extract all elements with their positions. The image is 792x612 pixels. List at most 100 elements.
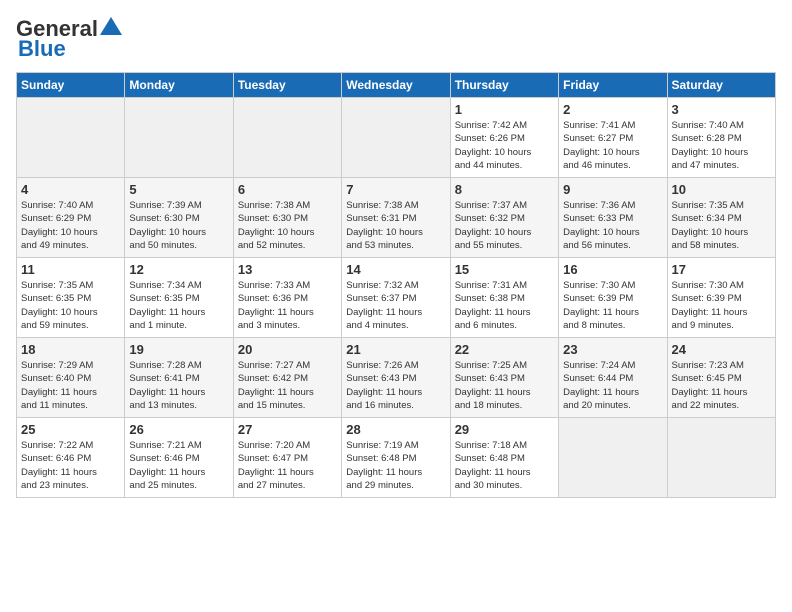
- calendar-cell: [125, 98, 233, 178]
- day-info: Sunrise: 7:28 AM Sunset: 6:41 PM Dayligh…: [129, 359, 228, 412]
- day-number: 5: [129, 182, 228, 197]
- calendar-cell: 5 Sunrise: 7:39 AM Sunset: 6:30 PM Daylig…: [125, 178, 233, 258]
- calendar-cell: 3 Sunrise: 7:40 AM Sunset: 6:28 PM Daylig…: [667, 98, 775, 178]
- day-info: Sunrise: 7:23 AM Sunset: 6:45 PM Dayligh…: [672, 359, 771, 412]
- day-number: 29: [455, 422, 554, 437]
- header: General Blue: [16, 16, 776, 62]
- day-number: 27: [238, 422, 337, 437]
- calendar-cell: 22 Sunrise: 7:25 AM Sunset: 6:43 PM Dayli…: [450, 338, 558, 418]
- day-number: 4: [21, 182, 120, 197]
- day-info: Sunrise: 7:22 AM Sunset: 6:46 PM Dayligh…: [21, 439, 120, 492]
- calendar-cell: 14 Sunrise: 7:32 AM Sunset: 6:37 PM Dayli…: [342, 258, 450, 338]
- day-number: 11: [21, 262, 120, 277]
- calendar-cell: 2 Sunrise: 7:41 AM Sunset: 6:27 PM Daylig…: [559, 98, 667, 178]
- day-info: Sunrise: 7:20 AM Sunset: 6:47 PM Dayligh…: [238, 439, 337, 492]
- calendar-cell: 12 Sunrise: 7:34 AM Sunset: 6:35 PM Dayli…: [125, 258, 233, 338]
- day-number: 20: [238, 342, 337, 357]
- calendar-cell: 17 Sunrise: 7:30 AM Sunset: 6:39 PM Dayli…: [667, 258, 775, 338]
- day-info: Sunrise: 7:21 AM Sunset: 6:46 PM Dayligh…: [129, 439, 228, 492]
- calendar-cell: 27 Sunrise: 7:20 AM Sunset: 6:47 PM Dayli…: [233, 418, 341, 498]
- calendar-cell: 20 Sunrise: 7:27 AM Sunset: 6:42 PM Dayli…: [233, 338, 341, 418]
- day-info: Sunrise: 7:40 AM Sunset: 6:28 PM Dayligh…: [672, 119, 771, 172]
- day-number: 16: [563, 262, 662, 277]
- day-info: Sunrise: 7:24 AM Sunset: 6:44 PM Dayligh…: [563, 359, 662, 412]
- day-info: Sunrise: 7:39 AM Sunset: 6:30 PM Dayligh…: [129, 199, 228, 252]
- weekday-header-monday: Monday: [125, 73, 233, 98]
- weekday-header-tuesday: Tuesday: [233, 73, 341, 98]
- calendar-cell: 29 Sunrise: 7:18 AM Sunset: 6:48 PM Dayli…: [450, 418, 558, 498]
- calendar-cell: 13 Sunrise: 7:33 AM Sunset: 6:36 PM Dayli…: [233, 258, 341, 338]
- logo-icon: [100, 17, 122, 35]
- day-info: Sunrise: 7:29 AM Sunset: 6:40 PM Dayligh…: [21, 359, 120, 412]
- day-number: 26: [129, 422, 228, 437]
- calendar-cell: 21 Sunrise: 7:26 AM Sunset: 6:43 PM Dayli…: [342, 338, 450, 418]
- calendar-cell: [342, 98, 450, 178]
- day-info: Sunrise: 7:18 AM Sunset: 6:48 PM Dayligh…: [455, 439, 554, 492]
- day-number: 3: [672, 102, 771, 117]
- calendar-cell: [559, 418, 667, 498]
- day-info: Sunrise: 7:35 AM Sunset: 6:35 PM Dayligh…: [21, 279, 120, 332]
- day-info: Sunrise: 7:34 AM Sunset: 6:35 PM Dayligh…: [129, 279, 228, 332]
- calendar-cell: 6Sunrise: 7:38 AM Sunset: 6:30 PM Daylig…: [233, 178, 341, 258]
- day-info: Sunrise: 7:31 AM Sunset: 6:38 PM Dayligh…: [455, 279, 554, 332]
- calendar-cell: 24 Sunrise: 7:23 AM Sunset: 6:45 PM Dayli…: [667, 338, 775, 418]
- calendar-cell: [667, 418, 775, 498]
- calendar-cell: [17, 98, 125, 178]
- day-number: 7: [346, 182, 445, 197]
- weekday-header-wednesday: Wednesday: [342, 73, 450, 98]
- day-number: 25: [21, 422, 120, 437]
- calendar-cell: 16 Sunrise: 7:30 AM Sunset: 6:39 PM Dayli…: [559, 258, 667, 338]
- weekday-header-friday: Friday: [559, 73, 667, 98]
- day-info: Sunrise: 7:30 AM Sunset: 6:39 PM Dayligh…: [563, 279, 662, 332]
- day-info: Sunrise: 7:26 AM Sunset: 6:43 PM Dayligh…: [346, 359, 445, 412]
- day-info: Sunrise: 7:36 AM Sunset: 6:33 PM Dayligh…: [563, 199, 662, 252]
- day-number: 22: [455, 342, 554, 357]
- day-info: Sunrise: 7:41 AM Sunset: 6:27 PM Dayligh…: [563, 119, 662, 172]
- day-number: 14: [346, 262, 445, 277]
- day-info: Sunrise: 7:42 AM Sunset: 6:26 PM Dayligh…: [455, 119, 554, 172]
- calendar-cell: 18 Sunrise: 7:29 AM Sunset: 6:40 PM Dayli…: [17, 338, 125, 418]
- calendar-cell: 10 Sunrise: 7:35 AM Sunset: 6:34 PM Dayli…: [667, 178, 775, 258]
- calendar-cell: 11 Sunrise: 7:35 AM Sunset: 6:35 PM Dayli…: [17, 258, 125, 338]
- day-number: 24: [672, 342, 771, 357]
- day-number: 23: [563, 342, 662, 357]
- day-info: Sunrise: 7:38 AM Sunset: 6:31 PM Dayligh…: [346, 199, 445, 252]
- calendar-cell: 4 Sunrise: 7:40 AM Sunset: 6:29 PM Daylig…: [17, 178, 125, 258]
- day-info: Sunrise: 7:35 AM Sunset: 6:34 PM Dayligh…: [672, 199, 771, 252]
- day-number: 10: [672, 182, 771, 197]
- day-number: 17: [672, 262, 771, 277]
- calendar-cell: 26 Sunrise: 7:21 AM Sunset: 6:46 PM Dayli…: [125, 418, 233, 498]
- day-number: 15: [455, 262, 554, 277]
- weekday-header-sunday: Sunday: [17, 73, 125, 98]
- day-info: Sunrise: 7:40 AM Sunset: 6:29 PM Dayligh…: [21, 199, 120, 252]
- day-number: 28: [346, 422, 445, 437]
- calendar-cell: [233, 98, 341, 178]
- calendar-cell: 28 Sunrise: 7:19 AM Sunset: 6:48 PM Dayli…: [342, 418, 450, 498]
- day-info: Sunrise: 7:25 AM Sunset: 6:43 PM Dayligh…: [455, 359, 554, 412]
- day-info: Sunrise: 7:33 AM Sunset: 6:36 PM Dayligh…: [238, 279, 337, 332]
- day-number: 13: [238, 262, 337, 277]
- day-number: 21: [346, 342, 445, 357]
- day-info: Sunrise: 7:30 AM Sunset: 6:39 PM Dayligh…: [672, 279, 771, 332]
- calendar-cell: 23 Sunrise: 7:24 AM Sunset: 6:44 PM Dayli…: [559, 338, 667, 418]
- day-number: 18: [21, 342, 120, 357]
- day-info: Sunrise: 7:37 AM Sunset: 6:32 PM Dayligh…: [455, 199, 554, 252]
- calendar-cell: 1 Sunrise: 7:42 AM Sunset: 6:26 PM Daylig…: [450, 98, 558, 178]
- calendar-cell: 9 Sunrise: 7:36 AM Sunset: 6:33 PM Daylig…: [559, 178, 667, 258]
- day-info: Sunrise: 7:32 AM Sunset: 6:37 PM Dayligh…: [346, 279, 445, 332]
- logo: General Blue: [16, 16, 122, 62]
- weekday-header-thursday: Thursday: [450, 73, 558, 98]
- calendar-cell: 15 Sunrise: 7:31 AM Sunset: 6:38 PM Dayli…: [450, 258, 558, 338]
- day-number: 8: [455, 182, 554, 197]
- day-number: 1: [455, 102, 554, 117]
- calendar-cell: 7 Sunrise: 7:38 AM Sunset: 6:31 PM Daylig…: [342, 178, 450, 258]
- day-number: 9: [563, 182, 662, 197]
- weekday-header-saturday: Saturday: [667, 73, 775, 98]
- calendar-table: SundayMondayTuesdayWednesdayThursdayFrid…: [16, 72, 776, 498]
- day-number: 6: [238, 182, 337, 197]
- logo-blue: Blue: [16, 36, 66, 62]
- day-number: 2: [563, 102, 662, 117]
- day-info: Sunrise: 7:19 AM Sunset: 6:48 PM Dayligh…: [346, 439, 445, 492]
- day-number: 12: [129, 262, 228, 277]
- day-info: Sunrise: 7:27 AM Sunset: 6:42 PM Dayligh…: [238, 359, 337, 412]
